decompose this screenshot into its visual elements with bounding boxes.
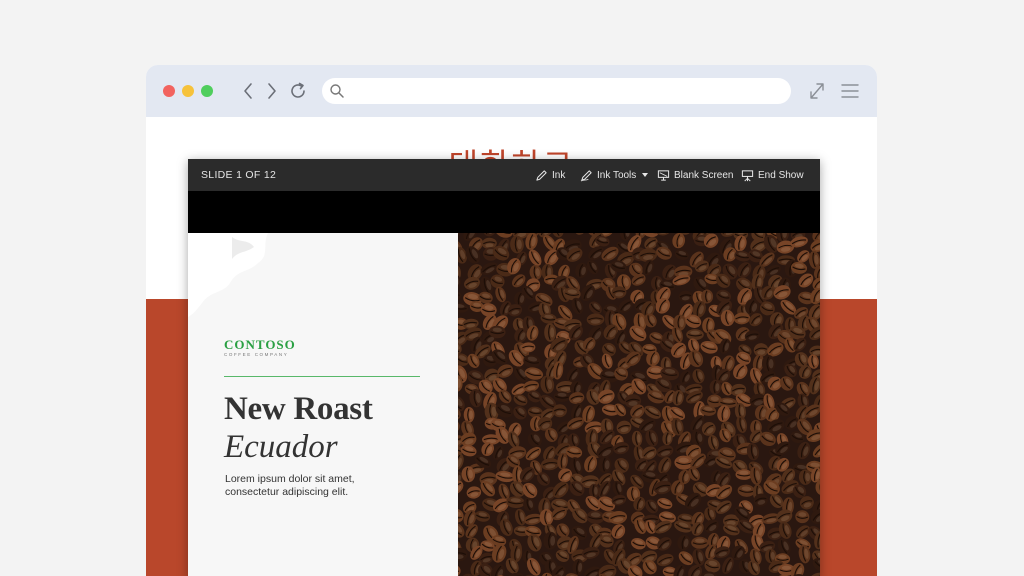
chevron-down-icon — [642, 173, 649, 177]
slide-subtitle: Ecuador — [224, 429, 338, 465]
blank-screen-button[interactable]: Blank Screen — [657, 167, 733, 183]
minimize-window-button[interactable] — [182, 85, 194, 97]
reload-icon[interactable] — [288, 80, 308, 102]
url-input[interactable] — [352, 81, 776, 103]
body-line: Lorem ipsum dolor sit amet, — [225, 473, 355, 485]
end-show-label: End Show — [758, 169, 804, 181]
blank-screen-label: Blank Screen — [674, 169, 734, 181]
slide-body-text: Lorem ipsum dolor sit amet, consectetur … — [225, 473, 425, 499]
ink-button[interactable]: Ink — [535, 167, 565, 183]
screen-icon — [657, 169, 670, 181]
search-icon — [329, 83, 345, 99]
presentation-toolbar: SLIDE 1 OF 12 Ink Ink Tools Blank Screen — [188, 159, 820, 191]
slide-text-panel: CONTOSO COFFEE COMPANY New Roast Ecuador… — [188, 233, 458, 576]
browser-chrome — [146, 65, 877, 117]
coffee-beans-image — [458, 233, 820, 576]
chevron-right-icon[interactable] — [262, 80, 282, 102]
presentation-player: SLIDE 1 OF 12 Ink Ink Tools Blank Screen — [188, 159, 820, 576]
pen-tools-icon — [580, 169, 592, 181]
ink-label: Ink — [552, 169, 566, 181]
ink-tools-label: Ink Tools — [597, 169, 637, 181]
maximize-window-button[interactable] — [201, 85, 213, 97]
end-show-button[interactable]: End Show — [741, 167, 804, 183]
brand-subtitle: COFFEE COMPANY — [224, 352, 289, 357]
browser-window: 대화하고 SLIDE 1 OF 12 Ink Ink Tools Blank S… — [146, 65, 877, 576]
slide-canvas: CONTOSO COFFEE COMPANY New Roast Ecuador… — [188, 233, 820, 576]
projector-icon — [741, 169, 754, 181]
divider — [224, 376, 420, 377]
hamburger-menu-icon[interactable] — [840, 80, 860, 102]
close-window-button[interactable] — [163, 85, 175, 97]
page-content: 대화하고 SLIDE 1 OF 12 Ink Ink Tools Blank S… — [146, 117, 877, 576]
body-line: consectetur adipiscing elit. — [225, 486, 349, 498]
slide-title: New Roast — [224, 391, 373, 427]
coffee-beans-photo — [458, 233, 820, 576]
ink-tools-button[interactable]: Ink Tools — [580, 167, 649, 183]
expand-icon[interactable] — [807, 80, 827, 102]
slide-counter: SLIDE 1 OF 12 — [201, 169, 277, 181]
address-bar[interactable] — [322, 78, 791, 104]
pen-icon — [536, 169, 547, 181]
decorative-splash-graphic — [188, 233, 268, 317]
chevron-left-icon[interactable] — [238, 80, 258, 102]
brand-logo-text: CONTOSO — [224, 337, 296, 352]
